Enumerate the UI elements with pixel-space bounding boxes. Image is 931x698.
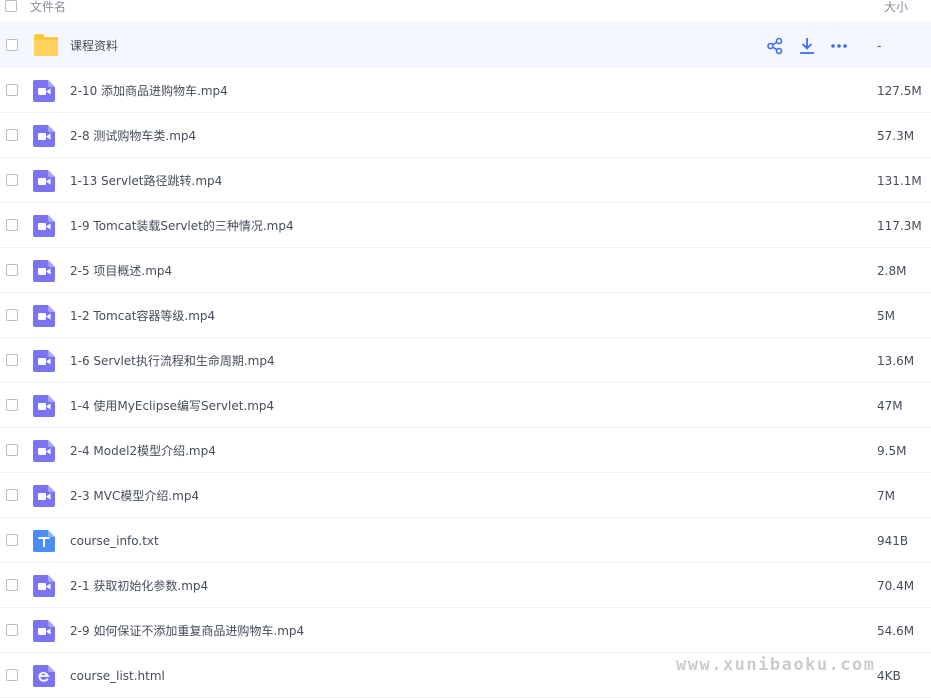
column-header-name[interactable]: 文件名 xyxy=(30,0,66,14)
video-icon xyxy=(33,575,55,597)
select-all-checkbox[interactable] xyxy=(5,0,17,12)
file-row[interactable]: 2-5 项目概述.mp4 2.8M xyxy=(0,248,931,293)
file-row[interactable]: 1-4 使用MyEclipse编写Servlet.mp4 47M xyxy=(0,383,931,428)
text-file-icon xyxy=(33,530,55,552)
file-size: 5M xyxy=(877,309,895,323)
file-name[interactable]: 2-8 测试购物车类.mp4 xyxy=(70,128,196,144)
video-icon xyxy=(33,620,55,642)
row-checkbox[interactable] xyxy=(6,264,18,276)
row-checkbox[interactable] xyxy=(6,534,18,546)
file-row[interactable]: 2-9 如何保证不添加重复商品进购物车.mp4 54.6M xyxy=(0,608,931,653)
file-size: 941B xyxy=(877,534,909,548)
watermark: www.xunibaoku.com xyxy=(676,655,876,675)
folder-size: - xyxy=(877,39,882,53)
file-row[interactable]: course_info.txt 941B xyxy=(0,518,931,563)
file-size: 13.6M xyxy=(877,354,915,368)
file-list: 课程资料 - 2-10 添加商品进购物车.mp4 127.5M 2-8 测试购物… xyxy=(0,23,931,698)
row-actions xyxy=(766,37,848,55)
row-checkbox[interactable] xyxy=(6,39,18,51)
folder-name[interactable]: 课程资料 xyxy=(70,38,118,54)
file-size: 47M xyxy=(877,399,903,413)
folder-row[interactable]: 课程资料 - xyxy=(0,23,931,68)
video-icon xyxy=(33,215,55,237)
row-checkbox[interactable] xyxy=(6,84,18,96)
row-checkbox[interactable] xyxy=(6,309,18,321)
file-name[interactable]: 1-6 Servlet执行流程和生命周期.mp4 xyxy=(70,353,275,369)
row-checkbox[interactable] xyxy=(6,354,18,366)
video-icon xyxy=(33,395,55,417)
row-checkbox[interactable] xyxy=(6,669,18,681)
row-checkbox[interactable] xyxy=(6,624,18,636)
video-icon xyxy=(33,305,55,327)
file-row[interactable]: 1-2 Tomcat容器等级.mp4 5M xyxy=(0,293,931,338)
row-checkbox[interactable] xyxy=(6,489,18,501)
column-header-size[interactable]: 大小 xyxy=(884,0,908,14)
video-icon xyxy=(33,440,55,462)
more-icon[interactable] xyxy=(830,37,848,55)
video-icon xyxy=(33,260,55,282)
file-size: 70.4M xyxy=(877,579,915,593)
file-size: 127.5M xyxy=(877,84,922,98)
file-size: 4KB xyxy=(877,669,901,683)
file-name[interactable]: course_list.html xyxy=(70,668,165,684)
row-checkbox[interactable] xyxy=(6,444,18,456)
file-name[interactable]: 1-13 Servlet路径跳转.mp4 xyxy=(70,173,222,189)
file-size: 57.3M xyxy=(877,129,915,143)
file-row[interactable]: 1-9 Tomcat装载Servlet的三种情况.mp4 117.3M xyxy=(0,203,931,248)
file-name[interactable]: course_info.txt xyxy=(70,533,159,549)
share-icon[interactable] xyxy=(766,37,784,55)
file-size: 117.3M xyxy=(877,219,922,233)
video-icon xyxy=(33,170,55,192)
file-row[interactable]: 1-6 Servlet执行流程和生命周期.mp4 13.6M xyxy=(0,338,931,383)
video-icon xyxy=(33,125,55,147)
file-row[interactable]: 2-8 测试购物车类.mp4 57.3M xyxy=(0,113,931,158)
html-file-icon xyxy=(33,665,55,687)
file-name[interactable]: 2-10 添加商品进购物车.mp4 xyxy=(70,83,228,99)
row-checkbox[interactable] xyxy=(6,399,18,411)
download-icon[interactable] xyxy=(798,37,816,55)
file-size: 7M xyxy=(877,489,895,503)
video-icon xyxy=(33,80,55,102)
list-header: 文件名 大小 xyxy=(0,0,931,23)
file-size: 2.8M xyxy=(877,264,907,278)
row-checkbox[interactable] xyxy=(6,219,18,231)
file-name[interactable]: 1-4 使用MyEclipse编写Servlet.mp4 xyxy=(70,398,274,414)
file-name[interactable]: 2-5 项目概述.mp4 xyxy=(70,263,172,279)
file-name[interactable]: 1-2 Tomcat容器等级.mp4 xyxy=(70,308,215,324)
row-checkbox[interactable] xyxy=(6,129,18,141)
file-size: 9.5M xyxy=(877,444,907,458)
file-name[interactable]: 2-9 如何保证不添加重复商品进购物车.mp4 xyxy=(70,623,304,639)
file-row[interactable]: 2-1 获取初始化参数.mp4 70.4M xyxy=(0,563,931,608)
file-name[interactable]: 1-9 Tomcat装载Servlet的三种情况.mp4 xyxy=(70,218,294,234)
folder-icon xyxy=(34,34,58,56)
file-name[interactable]: 2-4 Model2模型介绍.mp4 xyxy=(70,443,216,459)
row-checkbox[interactable] xyxy=(6,174,18,186)
video-icon xyxy=(33,485,55,507)
file-row[interactable]: 2-4 Model2模型介绍.mp4 9.5M xyxy=(0,428,931,473)
file-row[interactable]: 2-3 MVC模型介绍.mp4 7M xyxy=(0,473,931,518)
video-icon xyxy=(33,350,55,372)
file-name[interactable]: 2-3 MVC模型介绍.mp4 xyxy=(70,488,199,504)
file-name[interactable]: 2-1 获取初始化参数.mp4 xyxy=(70,578,208,594)
file-row[interactable]: 2-10 添加商品进购物车.mp4 127.5M xyxy=(0,68,931,113)
row-checkbox[interactable] xyxy=(6,579,18,591)
file-size: 131.1M xyxy=(877,174,922,188)
file-row[interactable]: 1-13 Servlet路径跳转.mp4 131.1M xyxy=(0,158,931,203)
file-size: 54.6M xyxy=(877,624,915,638)
